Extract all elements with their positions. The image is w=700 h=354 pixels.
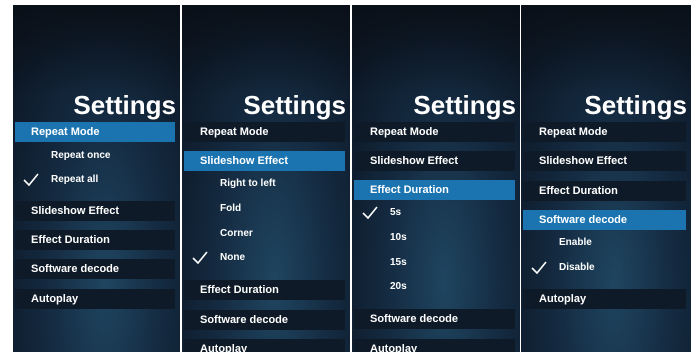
option-corner[interactable]: Corner [182, 224, 350, 244]
menu-item-effect-duration[interactable]: Effect Duration [15, 230, 175, 250]
panel-top-shade [182, 5, 350, 95]
menu-item-repeat-mode[interactable]: Repeat Mode [184, 122, 345, 142]
menu-item-repeat-mode[interactable]: Repeat Mode [523, 122, 686, 142]
page-title: Settings [584, 90, 687, 120]
option-label: None [220, 252, 245, 263]
panel-top-shade [13, 5, 180, 95]
option-enable[interactable]: Enable [521, 233, 691, 253]
menu-item-repeat-mode[interactable]: Repeat Mode [15, 122, 175, 142]
option-15s[interactable]: 15s [352, 253, 520, 273]
page-title: Settings [413, 90, 516, 120]
option-fold[interactable]: Fold [182, 199, 350, 219]
menu-item-slideshow-effect[interactable]: Slideshow Effect [523, 151, 686, 171]
page-title: Settings [243, 90, 346, 120]
option-repeat-all[interactable]: Repeat all [13, 170, 180, 190]
settings-panel-software-decode: Settings Repeat Mode Slideshow Effect Ef… [521, 5, 691, 352]
option-disable[interactable]: Disable [521, 258, 691, 278]
page-title: Settings [73, 90, 176, 120]
menu-item-effect-duration[interactable]: Effect Duration [184, 280, 345, 300]
menu-item-software-decode[interactable]: Software decode [184, 310, 345, 330]
option-label: Corner [220, 228, 253, 239]
option-label: 10s [390, 232, 407, 243]
panel-top-shade [352, 5, 520, 95]
option-label: 20s [390, 281, 407, 292]
menu-item-autoplay[interactable]: Autoplay [15, 289, 175, 309]
option-label: Fold [220, 203, 242, 214]
menu-item-autoplay[interactable]: Autoplay [354, 339, 515, 352]
settings-panel-effect-duration: Settings Repeat Mode Slideshow Effect Ef… [352, 5, 520, 352]
option-label: Right to left [220, 178, 276, 189]
option-repeat-once[interactable]: Repeat once [13, 146, 180, 166]
check-icon [531, 261, 547, 275]
settings-panel-repeat-mode: Settings Repeat Mode Repeat once Repeat … [13, 5, 180, 352]
menu-item-effect-duration[interactable]: Effect Duration [354, 180, 515, 200]
option-label: Repeat all [51, 174, 99, 185]
option-right-to-left[interactable]: Right to left [182, 174, 350, 194]
option-label: Repeat once [51, 150, 111, 161]
menu-item-autoplay[interactable]: Autoplay [184, 339, 345, 352]
option-label: 5s [390, 207, 402, 218]
menu-item-slideshow-effect[interactable]: Slideshow Effect [184, 151, 345, 171]
menu-item-software-decode[interactable]: Software decode [15, 259, 175, 279]
menu-item-slideshow-effect[interactable]: Slideshow Effect [354, 151, 515, 171]
settings-panel-slideshow-effect: Settings Repeat Mode Slideshow Effect Ri… [182, 5, 350, 352]
menu-item-effect-duration[interactable]: Effect Duration [523, 181, 686, 201]
menu-item-software-decode[interactable]: Software decode [523, 210, 686, 230]
option-label: Enable [559, 237, 592, 248]
option-5s[interactable]: 5s [352, 203, 520, 223]
option-20s[interactable]: 20s [352, 277, 520, 297]
check-icon [23, 173, 39, 187]
menu-item-autoplay[interactable]: Autoplay [523, 289, 686, 309]
check-icon [362, 206, 378, 220]
menu-item-slideshow-effect[interactable]: Slideshow Effect [15, 201, 175, 221]
option-label: Disable [559, 262, 595, 273]
menu-item-repeat-mode[interactable]: Repeat Mode [354, 122, 515, 142]
check-icon [192, 251, 208, 265]
option-none[interactable]: None [182, 248, 350, 268]
option-label: 15s [390, 257, 407, 268]
option-10s[interactable]: 10s [352, 228, 520, 248]
menu-item-software-decode[interactable]: Software decode [354, 309, 515, 329]
panel-top-shade [521, 5, 691, 95]
